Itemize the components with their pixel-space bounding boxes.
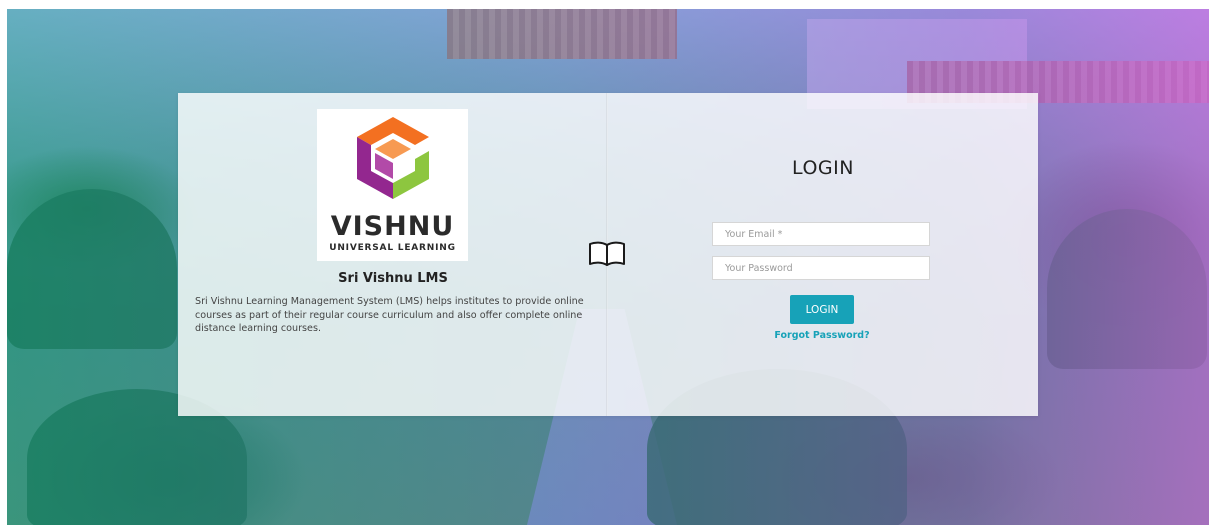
login-card: VISHNU UNIVERSAL LEARNING Sri Vishnu LMS…	[178, 93, 1038, 416]
vishnu-logo-mark-icon	[357, 117, 429, 199]
login-page: VISHNU UNIVERSAL LEARNING Sri Vishnu LMS…	[0, 0, 1209, 525]
vishnu-logo: VISHNU UNIVERSAL LEARNING	[317, 109, 468, 261]
login-button[interactable]: LOGIN	[790, 295, 854, 324]
password-input[interactable]	[712, 256, 930, 280]
open-book-icon	[589, 241, 625, 266]
logo-wordmark: VISHNU	[330, 211, 455, 242]
brand-description: Sri Vishnu Learning Management System (L…	[195, 296, 584, 334]
brand-title: Sri Vishnu LMS	[338, 271, 448, 286]
forgot-password-link[interactable]: Forgot Password?	[738, 330, 906, 341]
login-heading: LOGIN	[792, 157, 854, 179]
logo-subtitle: UNIVERSAL LEARNING	[329, 243, 456, 253]
email-input[interactable]	[712, 222, 930, 246]
